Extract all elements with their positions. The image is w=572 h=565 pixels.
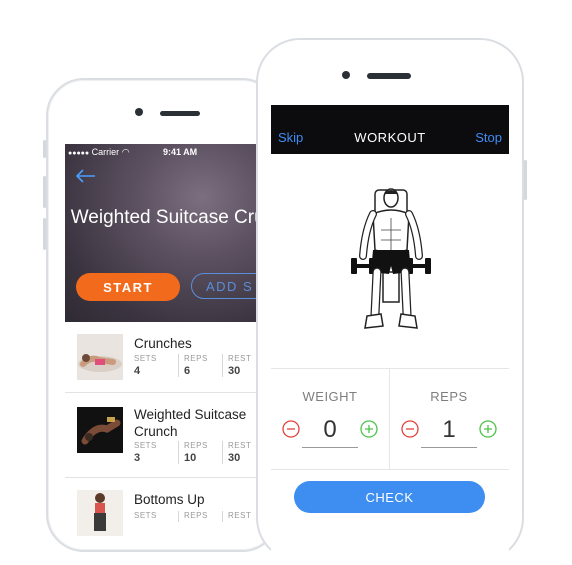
stop-button[interactable]: Stop: [475, 130, 502, 145]
back-phone: ●●●●● Carrier ◠ 9:41 AM Weighted Suitcas…: [43, 78, 280, 552]
exercise-name: Weighted Suitcase Crunch: [134, 407, 247, 439]
sets-stat: SETS 3: [134, 441, 178, 464]
plus-circle-icon[interactable]: [479, 420, 497, 438]
divider: [271, 368, 509, 369]
crunches-image: [77, 334, 123, 380]
list-item[interactable]: Bottoms Up SETS REPS REST: [65, 478, 261, 544]
power-button: [524, 160, 527, 200]
wifi-icon: ◠: [121, 147, 130, 157]
reps-stepper: 1: [390, 413, 508, 453]
suitcase-crunch-thumbnail: [77, 407, 123, 453]
sets-label: SETS: [134, 354, 157, 363]
minus-circle-icon[interactable]: [282, 420, 300, 438]
reps-label: REPS: [430, 389, 468, 404]
exercise-stats: SETS 3 REPS 10 REST 30: [134, 441, 261, 464]
sets-value: 4: [134, 365, 141, 377]
add-button[interactable]: ADD S: [191, 273, 261, 299]
exercise-detail-screen: ●●●●● Carrier ◠ 9:41 AM Weighted Suitcas…: [65, 144, 261, 544]
bottoms-up-thumbnail: [77, 490, 123, 536]
exercise-list: Crunches SETS 4 REPS 6 REST 30 Weighted …: [65, 322, 261, 544]
front-camera: [342, 71, 350, 79]
skip-button[interactable]: Skip: [278, 130, 303, 145]
reps-label: REPS: [184, 441, 208, 450]
exercise-stats: SETS REPS REST: [134, 511, 261, 522]
sets-label: SETS: [134, 511, 157, 520]
workout-topbar: WORKOUT Skip Stop: [271, 105, 509, 154]
bottoms-up-image: [77, 490, 123, 536]
workout-screen: WORKOUT Skip Stop WEIGHT 0 REPS 1 CHECK: [271, 105, 509, 565]
sets-stat: SETS 4: [134, 354, 178, 377]
weight-value[interactable]: 0: [302, 416, 358, 444]
status-bar: ●●●●● Carrier ◠ 9:41 AM: [65, 146, 261, 160]
signal-icon: ●●●●●: [68, 150, 90, 157]
crunches-thumbnail: [77, 334, 123, 380]
volume-down-button: [43, 218, 46, 250]
reps-value: 6: [184, 365, 191, 377]
reps-stat: REPS 10: [178, 441, 222, 464]
plus-circle-icon[interactable]: [360, 420, 378, 438]
earpiece-speaker: [367, 73, 411, 79]
start-button[interactable]: START: [76, 273, 180, 301]
reps-stat: REPS 6: [178, 354, 222, 377]
check-button[interactable]: CHECK: [294, 481, 485, 513]
reps-underline: [421, 447, 477, 448]
reps-label: REPS: [184, 354, 208, 363]
exercise-stats: SETS 4 REPS 6 REST 30: [134, 354, 261, 377]
suitcase-crunch-image: [77, 407, 123, 453]
exercise-name: Crunches: [134, 336, 192, 351]
volume-up-button: [43, 176, 46, 208]
sets-stat: SETS: [134, 511, 178, 522]
exercise-name: Bottoms Up: [134, 492, 205, 507]
weight-stepper: 0: [271, 413, 389, 453]
divider: [271, 469, 509, 470]
earpiece-speaker: [160, 111, 200, 116]
list-item[interactable]: Weighted Suitcase Crunch SETS 3 REPS 10 RE…: [65, 393, 261, 478]
reps-value: 10: [184, 452, 197, 464]
sets-value: 3: [134, 452, 141, 464]
minus-circle-icon[interactable]: [401, 420, 419, 438]
exercise-illustration: [351, 188, 431, 329]
reps-stat: REPS: [178, 511, 222, 522]
carrier-text: ●●●●● Carrier ◠: [68, 147, 130, 158]
exercise-title: Weighted Suitcase Crunch: [70, 207, 261, 228]
page-title: WORKOUT: [354, 130, 426, 145]
back-arrow-icon[interactable]: [75, 168, 97, 188]
front-phone: WORKOUT Skip Stop WEIGHT 0 REPS 1 CHECK: [256, 38, 527, 565]
list-item[interactable]: Crunches SETS 4 REPS 6 REST 30: [65, 322, 261, 393]
weight-label: WEIGHT: [302, 389, 358, 404]
weight-underline: [302, 447, 358, 448]
clock: 9:41 AM: [163, 147, 198, 157]
sets-label: SETS: [134, 441, 157, 450]
reps-value[interactable]: 1: [421, 416, 477, 444]
exercise-hero: ●●●●● Carrier ◠ 9:41 AM Weighted Suitcas…: [65, 144, 261, 322]
mute-switch: [43, 140, 46, 158]
back-arrow-svg: [75, 169, 95, 183]
carrier-label: Carrier: [91, 147, 120, 157]
reps-label: REPS: [184, 511, 208, 520]
front-camera: [135, 108, 143, 116]
